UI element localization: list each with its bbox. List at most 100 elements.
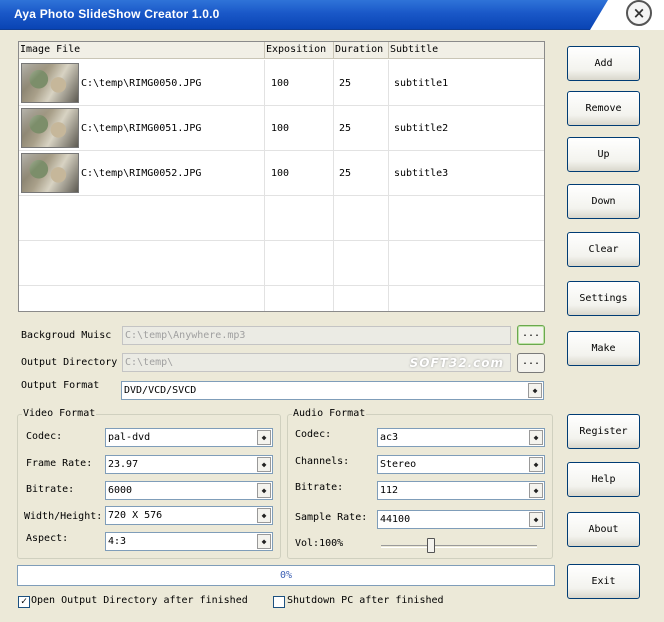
frame-rate-label: Frame Rate: <box>26 458 93 469</box>
image-list-grid[interactable]: Image File Exposition Duration Subtitle … <box>18 41 545 312</box>
background-music-label: Backgroud Muisc <box>21 330 112 341</box>
photo-thumbnail-icon <box>21 63 79 103</box>
table-row[interactable]: C:\temp\RIMG0051.JPG 100 25 subtitle2 <box>19 105 544 151</box>
exit-button[interactable]: Exit <box>567 564 640 599</box>
subtitle-cell: subtitle1 <box>394 77 449 89</box>
combo-arrow-icon[interactable]: ◆ <box>529 512 543 527</box>
video-bitrate-value: 6000 <box>108 485 133 496</box>
volume-label: Vol:100% <box>295 538 344 549</box>
exposition-cell: 100 <box>271 122 290 134</box>
add-button[interactable]: Add <box>567 46 640 81</box>
combo-arrow-icon[interactable]: ◆ <box>257 508 271 523</box>
column-header-exposition[interactable]: Exposition <box>265 42 334 59</box>
output-directory-value: C:\temp\ <box>125 357 174 368</box>
video-bitrate-label: Bitrate: <box>26 484 75 495</box>
combo-arrow-icon[interactable]: ◆ <box>528 383 542 398</box>
combo-arrow-icon[interactable]: ◆ <box>257 534 271 549</box>
combo-arrow-icon[interactable]: ◆ <box>257 457 271 472</box>
up-button[interactable]: Up <box>567 137 640 172</box>
channels-value: Stereo <box>380 459 417 470</box>
empty-row <box>19 285 544 311</box>
grid-header: Image File Exposition Duration Subtitle <box>19 42 544 59</box>
video-format-legend: Video Format <box>22 408 97 419</box>
output-format-select[interactable]: DVD/VCD/SVCD ◆ <box>121 381 544 400</box>
settings-button[interactable]: Settings <box>567 281 640 316</box>
frame-rate-select[interactable]: 23.97 ◆ <box>105 455 273 474</box>
down-button[interactable]: Down <box>567 184 640 219</box>
close-button[interactable]: × <box>626 0 652 26</box>
sample-rate-value: 44100 <box>380 514 411 525</box>
combo-arrow-icon[interactable]: ◆ <box>529 483 543 498</box>
empty-row <box>19 240 544 286</box>
audio-codec-label: Codec: <box>295 429 332 440</box>
about-button[interactable]: About <box>567 512 640 547</box>
open-output-dir-checkbox[interactable]: ✓ <box>18 596 30 608</box>
photo-thumbnail-icon <box>21 153 79 193</box>
width-height-select[interactable]: 720 X 576 ◆ <box>105 506 273 525</box>
make-button[interactable]: Make <box>567 331 640 366</box>
width-height-label: Width/Height: <box>24 511 103 522</box>
duration-cell: 25 <box>339 77 352 89</box>
shutdown-pc-label[interactable]: Shutdown PC after finished <box>287 595 444 606</box>
combo-arrow-icon[interactable]: ◆ <box>529 430 543 445</box>
register-button[interactable]: Register <box>567 414 640 449</box>
title-bar: Aya Photo SlideShow Creator 1.0.0 <box>0 0 664 30</box>
clear-button[interactable]: Clear <box>567 232 640 267</box>
aspect-value: 4:3 <box>108 536 127 547</box>
video-bitrate-select[interactable]: 6000 ◆ <box>105 481 273 500</box>
check-icon: ✓ <box>20 596 28 607</box>
audio-bitrate-label: Bitrate: <box>295 482 344 493</box>
help-button[interactable]: Help <box>567 462 640 497</box>
aspect-label: Aspect: <box>26 533 69 544</box>
audio-codec-value: ac3 <box>380 432 399 443</box>
close-icon: × <box>632 4 646 22</box>
image-file-cell: C:\temp\RIMG0050.JPG <box>81 77 202 89</box>
subtitle-cell: subtitle3 <box>394 167 449 179</box>
image-file-cell: C:\temp\RIMG0052.JPG <box>81 167 202 179</box>
duration-cell: 25 <box>339 122 352 134</box>
audio-bitrate-select[interactable]: 112 ◆ <box>377 481 545 500</box>
aspect-select[interactable]: 4:3 ◆ <box>105 532 273 551</box>
table-row[interactable]: C:\temp\RIMG0052.JPG 100 25 subtitle3 <box>19 150 544 196</box>
audio-codec-select[interactable]: ac3 ◆ <box>377 428 545 447</box>
shutdown-pc-checkbox[interactable] <box>273 596 285 608</box>
open-output-dir-label[interactable]: Open Output Directory after finished <box>31 595 248 606</box>
progress-bar: 0% <box>17 565 555 586</box>
output-format-value: DVD/VCD/SVCD <box>124 385 197 396</box>
audio-bitrate-value: 112 <box>380 485 399 496</box>
column-header-subtitle[interactable]: Subtitle <box>389 42 544 59</box>
exposition-cell: 100 <box>271 167 290 179</box>
width-height-value: 720 X 576 <box>108 510 163 521</box>
background-music-field[interactable]: C:\temp\Anywhere.mp3 <box>122 326 511 345</box>
frame-rate-value: 23.97 <box>108 459 139 470</box>
channels-select[interactable]: Stereo ◆ <box>377 455 545 474</box>
progress-text: 0% <box>279 570 293 581</box>
output-format-label: Output Format <box>21 380 100 391</box>
column-header-duration[interactable]: Duration <box>334 42 389 59</box>
browse-output-button[interactable]: ... <box>517 353 545 373</box>
video-codec-select[interactable]: pal-dvd ◆ <box>105 428 273 447</box>
combo-arrow-icon[interactable]: ◆ <box>257 483 271 498</box>
combo-arrow-icon[interactable]: ◆ <box>257 430 271 445</box>
empty-row <box>19 195 544 241</box>
watermark-logo: SOFT32.com <box>409 356 504 370</box>
remove-button[interactable]: Remove <box>567 91 640 126</box>
table-row[interactable]: C:\temp\RIMG0050.JPG 100 25 subtitle1 <box>19 60 544 106</box>
sample-rate-select[interactable]: 44100 ◆ <box>377 510 545 529</box>
image-file-cell: C:\temp\RIMG0051.JPG <box>81 122 202 134</box>
video-codec-label: Codec: <box>26 431 63 442</box>
audio-format-legend: Audio Format <box>292 408 367 419</box>
exposition-cell: 100 <box>271 77 290 89</box>
photo-thumbnail-icon <box>21 108 79 148</box>
video-codec-value: pal-dvd <box>108 432 151 443</box>
app-window: Aya Photo SlideShow Creator 1.0.0 × Imag… <box>0 0 664 622</box>
browse-music-button[interactable]: ... <box>517 325 545 345</box>
column-header-image-file[interactable]: Image File <box>19 42 265 59</box>
sample-rate-label: Sample Rate: <box>295 512 368 523</box>
volume-slider-thumb[interactable] <box>427 538 435 553</box>
subtitle-cell: subtitle2 <box>394 122 449 134</box>
output-directory-label: Output Directory <box>21 357 118 368</box>
combo-arrow-icon[interactable]: ◆ <box>529 457 543 472</box>
output-directory-field[interactable]: C:\temp\ SOFT32.com <box>122 353 511 372</box>
volume-slider-track[interactable] <box>381 545 537 548</box>
